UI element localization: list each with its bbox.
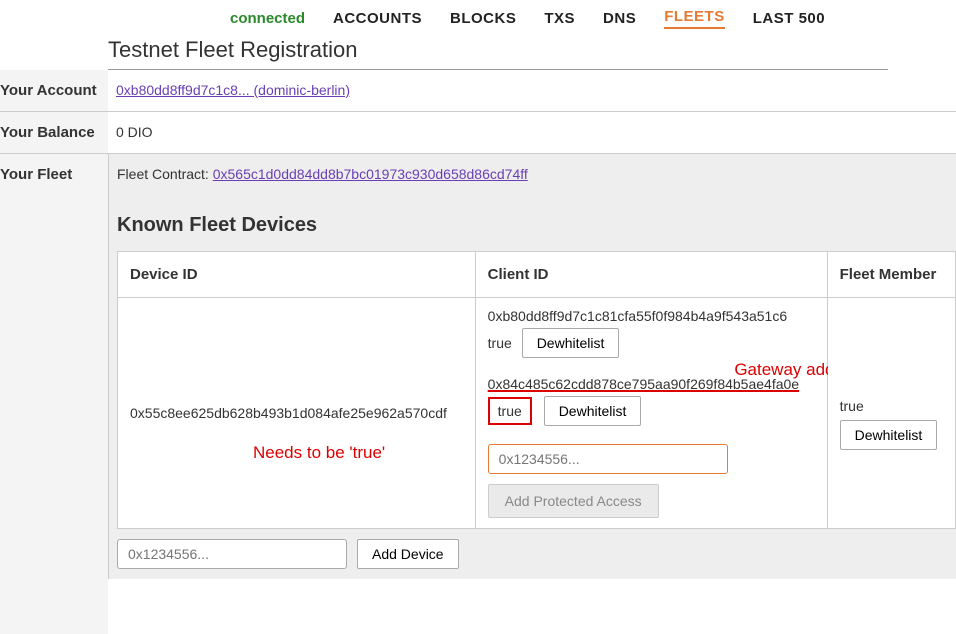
col-device-id: Device ID <box>118 252 476 298</box>
balance-value: 0 DIO <box>108 112 956 152</box>
add-device-button[interactable]: Add Device <box>357 539 459 569</box>
known-fleet-devices-heading: Known Fleet Devices <box>109 206 956 251</box>
fleet-member-status: true <box>840 398 937 414</box>
device-id-value: 0x55c8ee625db628b493b1d084afe25e962a570c… <box>130 405 447 421</box>
account-link[interactable]: 0xb80dd8ff9d7c1c8... (dominic-berlin) <box>116 82 350 98</box>
client-id-0: 0xb80dd8ff9d7c1c81cfa55f0f984b4a9f543a51… <box>488 308 815 324</box>
client-status-0: true <box>488 335 512 351</box>
dewhitelist-button-0[interactable]: Dewhitelist <box>522 328 620 358</box>
nav-fleets[interactable]: FLEETS <box>664 8 725 29</box>
dewhitelist-button-1[interactable]: Dewhitelist <box>544 396 642 426</box>
nav-blocks[interactable]: BLOCKS <box>450 10 516 27</box>
client-status-1: true <box>488 397 532 425</box>
nav-accounts[interactable]: ACCOUNTS <box>333 10 422 27</box>
your-fleet-label: Your Fleet <box>0 154 108 634</box>
annotation-needs-true: Needs to be 'true' <box>253 443 385 463</box>
nav-dns[interactable]: DNS <box>603 10 636 27</box>
fleet-contract-label: Fleet Contract: <box>117 166 209 182</box>
fleet-member-dewhitelist-button[interactable]: Dewhitelist <box>840 420 938 450</box>
nav-last500[interactable]: LAST 500 <box>753 10 825 27</box>
add-protected-access-button[interactable]: Add Protected Access <box>488 484 659 518</box>
your-account-label: Your Account <box>0 70 108 111</box>
add-device-input[interactable] <box>117 539 347 569</box>
page-title: Testnet Fleet Registration <box>108 33 888 70</box>
client-id-1: 0x84c485c62cdd878ce795aa90f269f84b5ae4fa… <box>488 376 815 392</box>
connection-status: connected <box>230 10 305 27</box>
table-row: 0x55c8ee625db628b493b1d084afe25e962a570c… <box>118 298 956 529</box>
col-fleet-member: Fleet Member <box>827 252 955 298</box>
client-id-input[interactable] <box>488 444 728 474</box>
nav-txs[interactable]: TXS <box>544 10 575 27</box>
col-client-id: Client ID <box>475 252 827 298</box>
fleet-contract-link[interactable]: 0x565c1d0dd84dd8b7bc01973c930d658d86cd74… <box>213 166 528 182</box>
your-balance-label: Your Balance <box>0 112 108 153</box>
